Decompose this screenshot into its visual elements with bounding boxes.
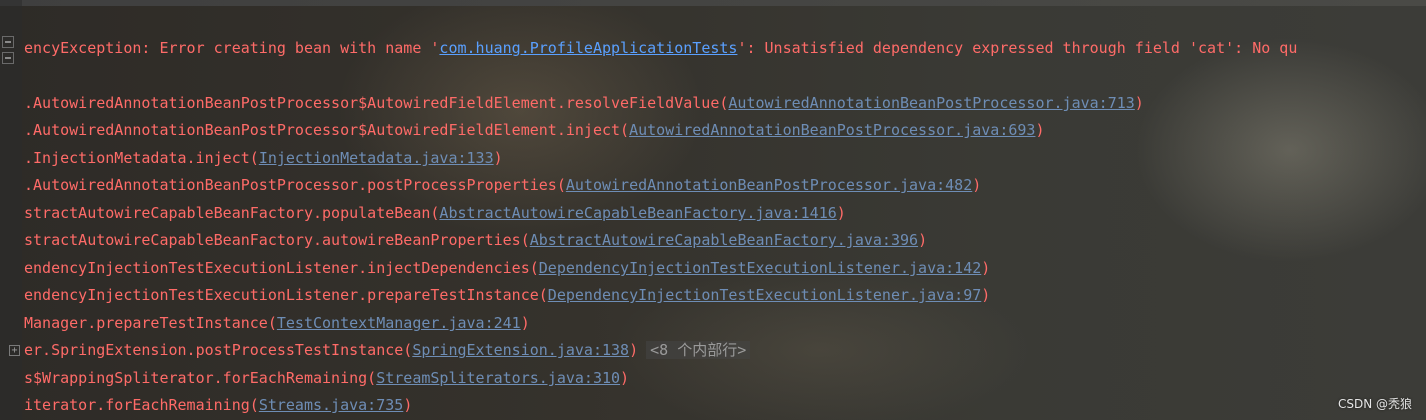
- frame-call: stractAutowireCapableBeanFactory.populat…: [24, 204, 440, 222]
- frame-call: endencyInjectionTestExecutionListener.pr…: [24, 286, 548, 304]
- stack-frame: er.SpringExtension.postProcessTestInstan…: [24, 340, 751, 360]
- source-link[interactable]: DependencyInjectionTestExecutionListener…: [548, 286, 981, 304]
- watermark: CSDN @秃狼: [1337, 397, 1412, 411]
- frame-call: Manager.prepareTestInstance(: [24, 314, 277, 332]
- exception-suffix: ': Unsatisfied dependency expressed thro…: [737, 39, 1298, 57]
- frame-end: ): [520, 314, 530, 332]
- stack-frame: .InjectionMetadata.inject(InjectionMetad…: [24, 148, 503, 168]
- source-link[interactable]: TestContextManager.java:241: [277, 314, 521, 332]
- frame-end: ): [629, 341, 639, 359]
- expand-fold-icon[interactable]: +: [9, 345, 20, 356]
- frame-end: ): [620, 369, 630, 387]
- console-top-edge: [0, 0, 1426, 6]
- stack-frame: s$WrappingSpliterator.forEachRemaining(S…: [24, 368, 629, 388]
- folded-internal-lines[interactable]: <8 个内部行>: [646, 341, 751, 359]
- source-link[interactable]: InjectionMetadata.java:133: [259, 149, 494, 167]
- source-link[interactable]: AbstractAutowireCapableBeanFactory.java:…: [530, 231, 918, 249]
- frame-end: ): [1035, 121, 1045, 139]
- frame-call: iterator.forEachRemaining(: [24, 396, 259, 414]
- frame-call: .InjectionMetadata.inject(: [24, 149, 259, 167]
- source-link[interactable]: AutowiredAnnotationBeanPostProcessor.jav…: [629, 121, 1035, 139]
- source-link[interactable]: SpringExtension.java:138: [412, 341, 629, 359]
- frame-end: ): [403, 396, 413, 414]
- exception-prefix: encyException: Error creating bean with …: [24, 39, 440, 57]
- frame-end: ): [836, 204, 846, 222]
- frame-call: er.SpringExtension.postProcessTestInstan…: [24, 341, 413, 359]
- stack-frame: .AutowiredAnnotationBeanPostProcessor.po…: [24, 175, 981, 195]
- frame-call: .AutowiredAnnotationBeanPostProcessor$Au…: [24, 94, 729, 112]
- stack-frame: Manager.prepareTestInstance(TestContextM…: [24, 313, 530, 333]
- console-gutter: [0, 0, 22, 420]
- console-gutter-icon: [2, 52, 14, 64]
- frame-end: ): [981, 259, 991, 277]
- frame-call: .AutowiredAnnotationBeanPostProcessor.po…: [24, 176, 566, 194]
- stack-frame: endencyInjectionTestExecutionListener.in…: [24, 258, 990, 278]
- source-link[interactable]: StreamSpliterators.java:310: [376, 369, 620, 387]
- source-link[interactable]: AbstractAutowireCapableBeanFactory.java:…: [439, 204, 836, 222]
- console-gutter-icon: [2, 36, 14, 48]
- frame-call: .AutowiredAnnotationBeanPostProcessor$Au…: [24, 121, 630, 139]
- stack-frame: stractAutowireCapableBeanFactory.autowir…: [24, 230, 927, 250]
- stack-frame: .AutowiredAnnotationBeanPostProcessor$Au…: [24, 120, 1044, 140]
- frame-call: stractAutowireCapableBeanFactory.autowir…: [24, 231, 530, 249]
- frame-call: s$WrappingSpliterator.forEachRemaining(: [24, 369, 377, 387]
- stack-frame: iterator.forEachRemaining(Streams.java:7…: [24, 395, 412, 415]
- source-link[interactable]: AutowiredAnnotationBeanPostProcessor.jav…: [728, 94, 1134, 112]
- frame-end: ): [918, 231, 928, 249]
- stack-frame: endencyInjectionTestExecutionListener.pr…: [24, 285, 990, 305]
- frame-end: ): [972, 176, 982, 194]
- frame-call: endencyInjectionTestExecutionListener.in…: [24, 259, 539, 277]
- source-link[interactable]: Streams.java:735: [259, 396, 404, 414]
- source-link[interactable]: AutowiredAnnotationBeanPostProcessor.jav…: [566, 176, 972, 194]
- source-link[interactable]: DependencyInjectionTestExecutionListener…: [539, 259, 982, 277]
- frame-end: ): [981, 286, 991, 304]
- frame-end: ): [1134, 94, 1144, 112]
- frame-end: ): [493, 149, 503, 167]
- bean-class-link[interactable]: com.huang.ProfileApplicationTests: [439, 39, 737, 57]
- stack-frame: .AutowiredAnnotationBeanPostProcessor$Au…: [24, 93, 1144, 113]
- console-output: encyException: Error creating bean with …: [0, 0, 1426, 420]
- stack-frame: stractAutowireCapableBeanFactory.populat…: [24, 203, 846, 223]
- exception-line: encyException: Error creating bean with …: [24, 38, 1297, 58]
